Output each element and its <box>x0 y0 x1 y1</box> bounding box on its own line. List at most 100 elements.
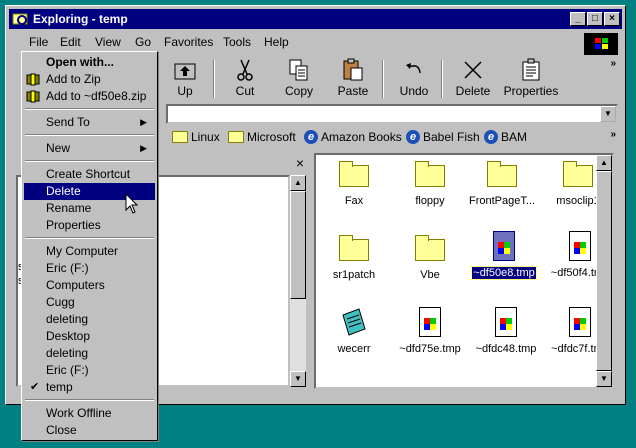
menu-separator <box>25 237 154 239</box>
tmp-file-icon <box>413 307 447 337</box>
file-item[interactable]: Vbe <box>390 233 470 281</box>
menu-separator <box>25 399 154 401</box>
close-pane-icon[interactable]: × <box>296 155 304 171</box>
tmp-file-icon <box>563 231 597 261</box>
notepad-icon <box>337 307 371 337</box>
links-chevron-icon[interactable]: » <box>610 129 616 140</box>
menu-item-recent[interactable]: Eric (F:) <box>24 260 155 277</box>
address-dropdown-button[interactable]: ▼ <box>600 106 616 122</box>
toolbar-separator <box>213 60 215 98</box>
menu-item-recent-current[interactable]: ✔ temp <box>24 379 155 396</box>
menu-item-recent[interactable]: Desktop <box>24 328 155 345</box>
window-title: Exploring - temp <box>33 12 128 26</box>
folder-icon <box>172 131 188 143</box>
menu-separator <box>25 108 154 110</box>
menu-item-recent[interactable]: Eric (F:) <box>24 362 155 379</box>
menu-item-add-to-named-zip[interactable]: Add to ~df50e8.zip <box>24 88 155 105</box>
menu-item-close[interactable]: Close <box>24 422 155 439</box>
properties-icon <box>522 58 540 81</box>
menu-view[interactable]: View <box>95 35 121 49</box>
menu-separator <box>25 160 154 162</box>
toolbar-separator <box>382 60 384 98</box>
menu-edit[interactable]: Edit <box>60 35 81 49</box>
menu-separator <box>25 134 154 136</box>
properties-button[interactable]: Properties <box>501 58 561 102</box>
menu-item-recent[interactable]: My Computer <box>24 243 155 260</box>
up-button[interactable]: Up <box>157 58 213 102</box>
ie-page-icon: e <box>406 130 420 144</box>
link-microsoft[interactable]: Microsoft <box>228 130 296 144</box>
menu-item-recent[interactable]: Computers <box>24 277 155 294</box>
menu-item-open-with[interactable]: Open with... <box>24 54 155 71</box>
scroll-up-icon[interactable]: ▲ <box>596 155 612 171</box>
link-linux[interactable]: Linux <box>172 130 220 144</box>
toolbar-chevron-icon[interactable]: » <box>610 58 616 69</box>
maximize-button[interactable]: □ <box>587 12 603 26</box>
scissors-icon <box>237 59 253 81</box>
title-bar[interactable]: Exploring - temp _ □ × <box>9 9 622 29</box>
undo-button[interactable]: Undo <box>386 58 442 102</box>
menu-help[interactable]: Help <box>264 35 289 49</box>
menu-file[interactable]: File <box>29 35 48 49</box>
folder-icon <box>561 159 595 189</box>
submenu-arrow-icon: ▶ <box>140 117 147 127</box>
file-item[interactable]: ~dfd75e.tmp <box>390 307 470 355</box>
links-toolbar: Linux Microsoft e Amazon Books e Babel Fis… <box>166 127 622 149</box>
tree-scrollbar[interactable]: ▲ ▼ <box>290 175 306 387</box>
file-list-scrollbar[interactable]: ▲ ▼ <box>596 155 612 387</box>
menu-item-recent[interactable]: deleting <box>24 311 155 328</box>
copy-icon <box>289 59 308 81</box>
scroll-down-icon[interactable]: ▼ <box>290 371 306 387</box>
undo-icon <box>406 63 421 74</box>
menu-go[interactable]: Go <box>135 35 151 49</box>
delete-x-icon <box>464 61 482 79</box>
file-item[interactable]: wecerr <box>314 307 394 355</box>
file-item-selected[interactable]: ~df50e8.tmp <box>464 231 544 280</box>
folder-icon <box>337 233 371 263</box>
copy-button[interactable]: Copy <box>271 58 327 102</box>
winzip-icon <box>26 90 40 103</box>
file-item[interactable]: floppy <box>390 159 470 207</box>
file-item[interactable]: Fax <box>314 159 394 207</box>
close-button[interactable]: × <box>604 12 620 26</box>
explorer-icon <box>12 13 28 25</box>
scroll-up-icon[interactable]: ▲ <box>290 175 306 191</box>
menu-favorites[interactable]: Favorites <box>164 35 213 49</box>
link-bam[interactable]: e BAM <box>484 130 527 144</box>
windows-logo-icon <box>584 33 618 55</box>
menu-item-new[interactable]: New ▶ <box>24 140 155 157</box>
delete-button[interactable]: Delete <box>445 58 501 102</box>
menu-item-work-offline[interactable]: Work Offline <box>24 405 155 422</box>
paste-button[interactable]: Paste <box>325 58 381 102</box>
menu-item-recent[interactable]: deleting <box>24 345 155 362</box>
scroll-thumb[interactable] <box>596 171 612 371</box>
tmp-file-icon <box>489 307 523 337</box>
menu-item-recent[interactable]: Cugg <box>24 294 155 311</box>
menu-item-send-to[interactable]: Send To ▶ <box>24 114 155 131</box>
minimize-button[interactable]: _ <box>570 12 586 26</box>
menu-item-add-to-zip[interactable]: Add to Zip <box>24 71 155 88</box>
menu-tools[interactable]: Tools <box>223 35 251 49</box>
folder-icon <box>413 233 447 263</box>
up-folder-icon <box>174 63 196 80</box>
file-menu-dropdown: Open with... Add to Zip Add to ~df50e8.z… <box>21 51 158 441</box>
paste-icon <box>343 58 363 81</box>
address-field[interactable]: ▼ <box>166 104 618 124</box>
winzip-icon <box>26 73 40 86</box>
file-list-pane: Fax floppy FrontPageT... msoclip1 sr1pat… <box>314 153 614 389</box>
menu-item-create-shortcut[interactable]: Create Shortcut <box>24 166 155 183</box>
cut-button[interactable]: Cut <box>217 58 273 102</box>
link-amazon-books[interactable]: e Amazon Books <box>304 130 402 144</box>
file-item[interactable]: FrontPageT... <box>462 159 542 207</box>
mouse-pointer-icon <box>125 193 139 214</box>
ie-page-icon: e <box>484 130 498 144</box>
scroll-thumb[interactable] <box>290 191 306 299</box>
menu-item-properties[interactable]: Properties <box>24 217 155 234</box>
scroll-down-icon[interactable]: ▼ <box>596 371 612 387</box>
folder-icon <box>337 159 371 189</box>
checkmark-icon: ✔ <box>30 381 40 393</box>
file-item[interactable]: ~dfdc48.tmp <box>466 307 546 355</box>
file-item[interactable]: sr1patch <box>314 233 394 281</box>
link-babel-fish[interactable]: e Babel Fish <box>406 130 480 144</box>
submenu-arrow-icon: ▶ <box>140 143 147 153</box>
